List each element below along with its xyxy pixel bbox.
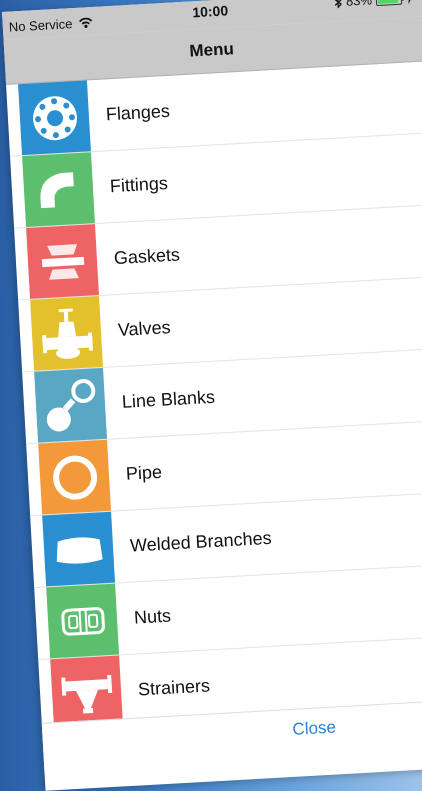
menu-item-label: Nuts <box>133 605 172 628</box>
line-blanks-tile <box>34 367 107 443</box>
menu-item-label: Welded Branches <box>129 527 273 556</box>
carrier-label: No Service <box>8 15 93 35</box>
strainer-icon <box>60 674 112 714</box>
battery-percent: 83% <box>345 0 373 9</box>
phone-screen: No Service 10:00 83% Menu Flanges Fittin… <box>2 0 422 791</box>
close-button[interactable]: Close <box>292 717 337 739</box>
nuts-tile <box>46 583 120 659</box>
welded-branch-icon <box>56 536 103 564</box>
menu-item-label: Gaskets <box>113 244 181 269</box>
status-right: 83% <box>334 0 414 9</box>
fittings-tile <box>22 152 95 227</box>
bluetooth-icon <box>334 0 343 8</box>
charging-bolt-icon <box>405 0 413 4</box>
battery-icon <box>375 0 403 7</box>
wifi-icon <box>79 17 93 28</box>
valve-icon <box>41 308 93 359</box>
menu-list: Flanges Fittings Gaskets Valves Line Bla… <box>6 58 422 732</box>
nut-icon <box>60 606 105 636</box>
line-blank-icon <box>46 378 95 431</box>
welded-branches-tile <box>42 511 116 587</box>
menu-item-label: Flanges <box>105 100 171 125</box>
page-title: Menu <box>188 39 235 61</box>
gaskets-tile <box>26 224 99 299</box>
menu-item-label: Strainers <box>137 675 211 700</box>
valves-tile <box>30 296 103 371</box>
flanges-tile <box>18 80 91 156</box>
gasket-icon <box>41 243 84 280</box>
menu-item-label: Valves <box>117 317 172 341</box>
elbow-fitting-icon <box>39 171 74 208</box>
carrier-text: No Service <box>8 16 73 35</box>
pipe-icon <box>52 455 97 500</box>
menu-item-label: Fittings <box>109 173 169 197</box>
menu-item-label: Pipe <box>125 461 163 484</box>
clock: 10:00 <box>191 2 229 21</box>
pipe-tile <box>38 439 112 515</box>
menu-item-label: Line Blanks <box>121 386 216 412</box>
flange-icon <box>32 95 77 140</box>
